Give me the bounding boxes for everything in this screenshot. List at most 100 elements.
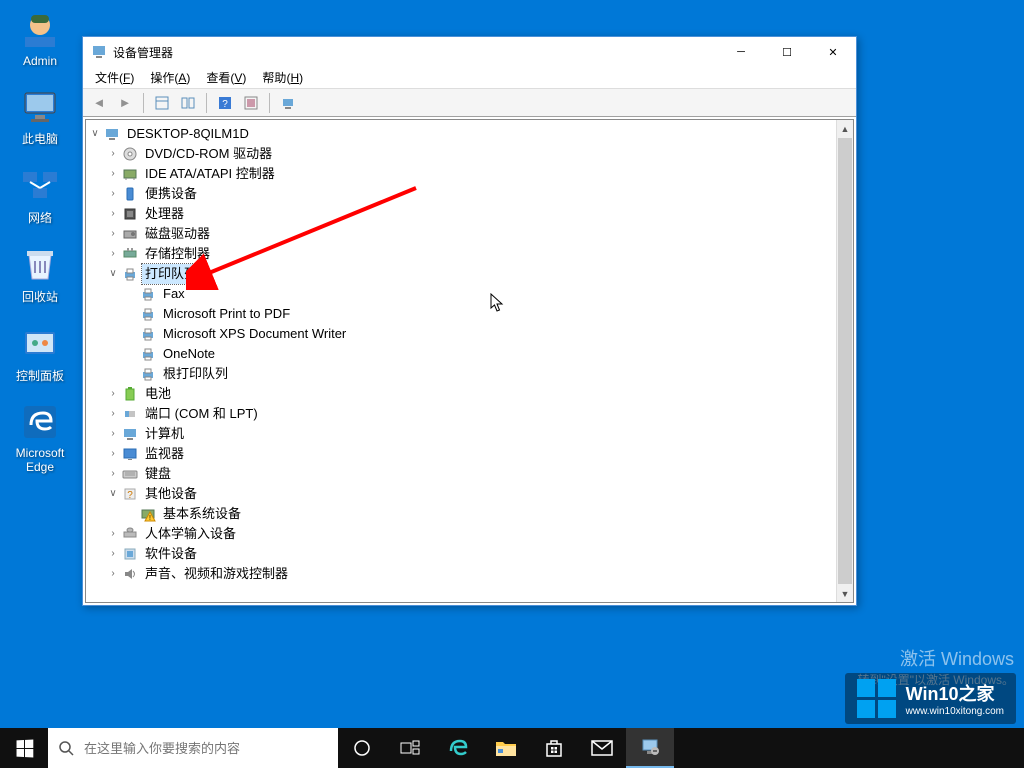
device-icon [122,166,138,182]
expander-icon[interactable]: › [106,224,120,244]
maximize-button[interactable]: ☐ [764,37,810,67]
toolbar: ◄ ► ? [83,89,856,117]
device-icon [122,266,138,282]
desktop: Admin 此电脑 网络 回收站 控制面板 Microsoft Edge [0,0,80,680]
tree-node[interactable]: ›DVD/CD-ROM 驱动器 [88,144,851,164]
tree-label: 根打印队列 [160,364,231,384]
expander-icon[interactable]: ∨ [106,484,120,504]
start-button[interactable] [0,728,48,768]
tree-node[interactable]: › 磁盘驱动器 [88,224,851,244]
tree-child[interactable]: Microsoft Print to PDF [88,304,851,324]
tree-label: 监视器 [142,444,187,464]
taskbar-search[interactable] [48,728,338,768]
toolbar-btn-4[interactable] [239,91,263,115]
expander-icon[interactable]: › [106,424,120,444]
tree-node[interactable]: › 便携设备 [88,184,851,204]
expander-icon[interactable]: › [106,544,120,564]
menu-help[interactable]: 帮助(H) [256,67,309,88]
taskbar-icon-devmgr[interactable] [626,728,674,768]
toolbar-help-button[interactable]: ? [213,91,237,115]
expander-icon[interactable]: › [106,524,120,544]
menu-action[interactable]: 操作(A) [144,67,196,88]
expander-icon[interactable]: › [106,404,120,424]
device-icon [122,386,138,402]
taskbar-icon-cortana[interactable] [338,728,386,768]
desktop-icon-recycle-bin[interactable]: 回收站 [5,244,75,305]
taskbar-icon-edge[interactable] [434,728,482,768]
desktop-icon-admin[interactable]: Admin [5,10,75,68]
expander-icon[interactable]: › [106,444,120,464]
tree-child[interactable]: !基本系统设备 [88,504,851,524]
window-title: 设备管理器 [113,44,718,61]
expander-icon[interactable]: › [106,184,120,204]
toolbar-scan-button[interactable] [276,91,300,115]
tree-node[interactable]: ›端口 (COM 和 LPT) [88,404,851,424]
desktop-label: 控制面板 [16,367,64,384]
taskbar-icon-task-view[interactable] [386,728,434,768]
search-input[interactable] [84,741,328,756]
toolbar-btn-1[interactable] [150,91,174,115]
tree-root[interactable]: ∨ DESKTOP-8QILM1D [88,124,851,144]
tree-node[interactable]: ›电池 [88,384,851,404]
tree-node[interactable]: ›声音、视频和游戏控制器 [88,564,851,584]
device-icon: ? [122,486,138,502]
menu-view[interactable]: 查看(V) [200,67,252,88]
desktop-icon-control-panel[interactable]: 控制面板 [5,323,75,384]
network-icon [20,165,60,205]
brand-url: www.win10xitong.com [906,706,1004,717]
tree-node[interactable]: ›人体学输入设备 [88,524,851,544]
expander-icon[interactable]: › [106,384,120,404]
taskbar-icon-store[interactable] [530,728,578,768]
minimize-button[interactable]: ─ [718,37,764,67]
tree-node[interactable]: ∨ 打印队列 [88,264,851,284]
expander-icon[interactable]: › [106,204,120,224]
tree-label: IDE ATA/ATAPI 控制器 [142,164,278,184]
tree-node[interactable]: › 监视器 [88,444,851,464]
tree-child[interactable]: OneNote [88,344,851,364]
tree-label: 便携设备 [142,184,200,204]
tree-node[interactable]: ›软件设备 [88,544,851,564]
expander-icon[interactable]: › [106,464,120,484]
tree-node[interactable]: ∨?其他设备 [88,484,851,504]
desktop-icon-edge[interactable]: Microsoft Edge [5,402,75,474]
taskbar-icon-explorer[interactable] [482,728,530,768]
tree-child[interactable]: Microsoft XPS Document Writer [88,324,851,344]
device-icon [122,526,138,542]
tree-node[interactable]: ›存储控制器 [88,244,851,264]
expander-icon[interactable]: ∨ [88,124,102,144]
tree-child[interactable]: 根打印队列 [88,364,851,384]
expander-icon[interactable]: › [106,164,120,184]
tree-node[interactable]: › IDE ATA/ATAPI 控制器 [88,164,851,184]
taskbar-icons [338,728,674,768]
tree-node[interactable]: ›计算机 [88,424,851,444]
tree-label: Microsoft XPS Document Writer [160,324,349,344]
scroll-thumb[interactable] [838,138,852,584]
expander-icon[interactable]: › [106,244,120,264]
menubar: 文件(F) 操作(A) 查看(V) 帮助(H) [83,67,856,89]
tree-label: DESKTOP-8QILM1D [124,124,252,144]
tree-child[interactable]: Fax [88,284,851,304]
tree-label: 磁盘驱动器 [142,224,213,244]
device-icon [104,126,120,142]
tree-node[interactable]: ›处理器 [88,204,851,224]
expander-icon[interactable]: › [106,144,120,164]
device-icon [122,546,138,562]
expander-icon[interactable]: ∨ [106,264,120,284]
device-icon [122,186,138,202]
close-button[interactable]: ✕ [810,37,856,67]
titlebar[interactable]: 设备管理器 ─ ☐ ✕ [83,37,856,67]
device-icon [140,286,156,302]
scroll-up-button[interactable]: ▲ [837,120,853,137]
device-icon: ! [140,506,156,522]
taskbar-icon-mail[interactable] [578,728,626,768]
tree-label: 打印队列 [142,264,200,284]
vertical-scrollbar[interactable]: ▲ ▼ [836,120,853,602]
scroll-down-button[interactable]: ▼ [837,585,853,602]
desktop-icon-network[interactable]: 网络 [5,165,75,226]
nav-back-button: ◄ [87,91,111,115]
menu-file[interactable]: 文件(F) [89,67,140,88]
desktop-icon-this-pc[interactable]: 此电脑 [5,86,75,147]
toolbar-btn-2[interactable] [176,91,200,115]
expander-icon[interactable]: › [106,564,120,584]
tree-node[interactable]: ›键盘 [88,464,851,484]
